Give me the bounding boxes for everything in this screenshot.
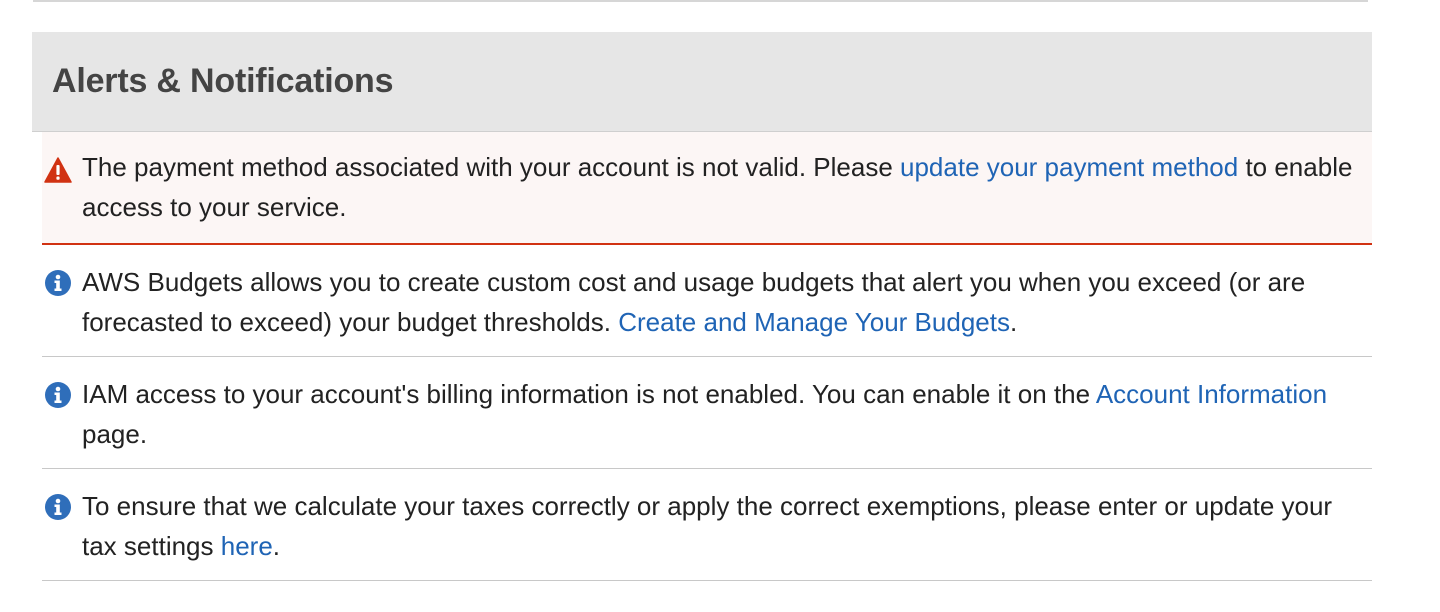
account-information-link[interactable]: Account Information — [1096, 379, 1327, 409]
tax-settings-here-link[interactable]: here — [221, 531, 273, 561]
panel-header: Alerts & Notifications — [32, 32, 1372, 132]
top-divider — [33, 0, 1368, 2]
panel-title: Alerts & Notifications — [52, 62, 394, 100]
info-circle-icon — [44, 492, 72, 520]
alert-text: . — [272, 531, 281, 561]
warning-triangle-icon — [44, 155, 72, 183]
alert-text: The payment method associated with your … — [82, 152, 900, 182]
alert-text: IAM access to your account's billing inf… — [82, 379, 1096, 409]
payment-method-error-alert: The payment method associated with your … — [42, 132, 1372, 245]
info-circle-icon — [44, 380, 72, 408]
aws-budgets-info-alert: AWS Budgets allows you to create custom … — [42, 245, 1372, 357]
create-and-manage-budgets-link[interactable]: Create and Manage Your Budgets — [618, 307, 1010, 337]
info-circle-icon — [44, 268, 72, 296]
alerts-notifications-panel: Alerts & Notifications The payment metho… — [32, 32, 1372, 581]
update-payment-method-link[interactable]: update your payment method — [900, 152, 1238, 182]
alert-text: . — [1009, 307, 1018, 337]
iam-access-info-alert: IAM access to your account's billing inf… — [42, 357, 1372, 469]
alert-text: page. — [82, 419, 148, 449]
tax-settings-info-alert: To ensure that we calculate your taxes c… — [42, 469, 1372, 581]
